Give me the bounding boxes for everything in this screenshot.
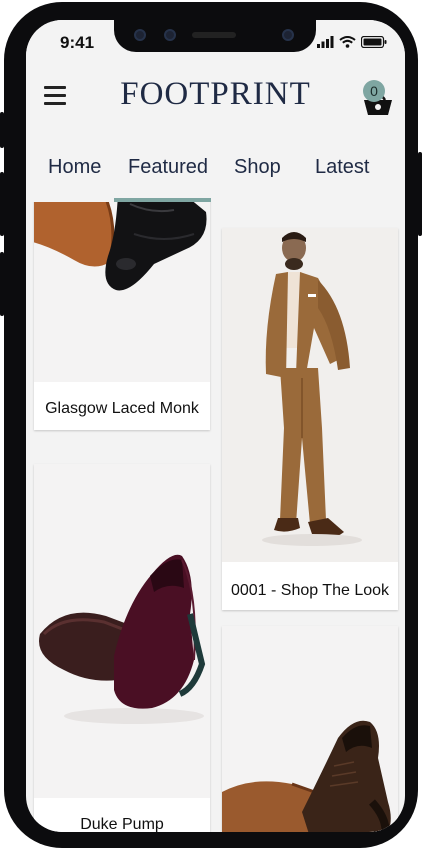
product-card[interactable]: Duke Pump	[34, 464, 210, 832]
product-title: 0001 - Shop The Look	[230, 582, 390, 599]
product-image	[34, 202, 210, 382]
wifi-icon	[339, 36, 356, 48]
signal-icon	[317, 36, 334, 48]
front-camera-icon	[134, 29, 146, 41]
product-image	[34, 464, 210, 798]
tab-home[interactable]: Home	[48, 156, 101, 179]
notch	[114, 20, 316, 52]
product-card[interactable]: Glasgow Laced Monk	[34, 202, 210, 430]
phone-volume-down-button	[0, 252, 4, 316]
tab-latest[interactable]: Latest	[315, 156, 369, 179]
sensor-icon	[164, 29, 176, 41]
product-image	[222, 626, 398, 832]
face-sensor-icon	[282, 29, 294, 41]
product-card[interactable]: 0001 - Shop The Look	[222, 228, 398, 610]
shoe-image	[34, 202, 210, 382]
phone-power-button	[418, 152, 422, 236]
model-image	[222, 228, 398, 562]
phone-side-button	[0, 112, 4, 148]
shoe-image	[34, 464, 210, 798]
battery-icon	[361, 36, 387, 48]
speaker-grille	[192, 32, 236, 38]
product-title: Glasgow Laced Monk	[45, 400, 199, 417]
app-header: FOOTPRINT 0	[26, 66, 405, 132]
phone-frame: 9:41 FOOTPRINT 0 Home Featured Shop Late…	[0, 2, 422, 848]
brand-logo[interactable]: FOOTPRINT	[26, 76, 405, 113]
shoe-image	[222, 626, 398, 832]
status-icons	[317, 36, 387, 48]
product-image	[222, 228, 398, 562]
cart-button[interactable]: 0	[363, 80, 395, 116]
product-grid: Glasgow Laced Monk 0001 - Shop The Look …	[26, 202, 405, 832]
tab-shop[interactable]: Shop	[234, 156, 281, 179]
status-time: 9:41	[60, 33, 95, 52]
category-tabs: Home Featured Shop Latest	[26, 132, 405, 202]
product-card[interactable]	[222, 626, 398, 832]
phone-screen: 9:41 FOOTPRINT 0 Home Featured Shop Late…	[26, 20, 405, 832]
cart-count-badge: 0	[363, 80, 385, 102]
product-title: Duke Pump	[80, 816, 164, 832]
tab-featured[interactable]: Featured	[128, 156, 208, 179]
phone-volume-up-button	[0, 172, 4, 236]
